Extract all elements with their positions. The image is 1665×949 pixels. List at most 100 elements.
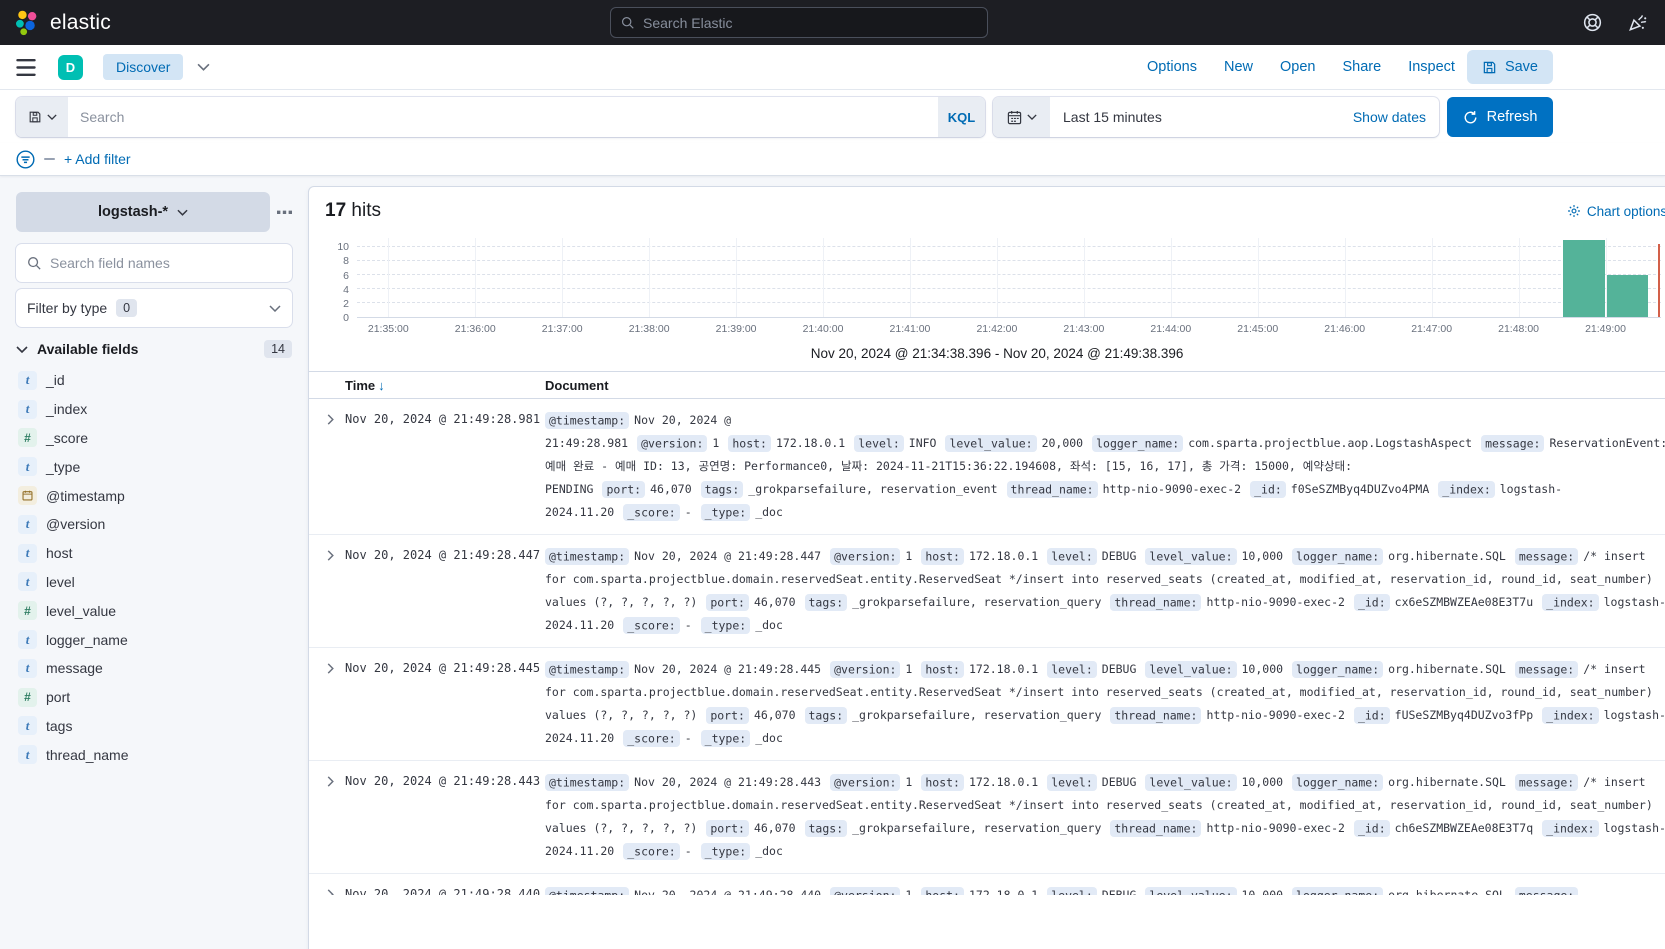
field-badge: message: xyxy=(1514,886,1579,895)
quick-select-menu-button[interactable] xyxy=(993,97,1050,137)
index-options-icon[interactable] xyxy=(277,210,292,215)
field-badge: _type: xyxy=(700,503,751,521)
elastic-logo[interactable]: elastic xyxy=(14,9,111,36)
field-item-_index[interactable]: t _index xyxy=(16,395,292,424)
breadcrumb[interactable]: Discover xyxy=(103,54,184,80)
field-value: Nov 20, 2024 @ 21:49:28.447 xyxy=(634,549,822,563)
time-column-header[interactable]: Time ↓ xyxy=(345,378,545,393)
expand-row-button[interactable] xyxy=(325,545,345,561)
expand-row-button[interactable] xyxy=(325,658,345,674)
gear-icon xyxy=(1567,205,1580,217)
x-gridline xyxy=(823,238,825,317)
field-name-label: _id xyxy=(46,372,65,389)
menu-icon[interactable] xyxy=(16,58,36,76)
field-item-thread_name[interactable]: t thread_name xyxy=(16,740,292,769)
field-badge: tags: xyxy=(700,480,744,498)
y-axis-tick-label: 0 xyxy=(343,312,349,324)
field-badge: @timestamp: xyxy=(545,547,630,565)
document-table-body: Nov 20, 2024 @ 21:49:28.981 @timestamp: No… xyxy=(309,399,1665,895)
field-item-_type[interactable]: t _type xyxy=(16,452,292,481)
chevron-down-icon xyxy=(269,304,281,312)
field-value: http-nio-9090-exec-2 xyxy=(1206,595,1345,609)
add-filter-button[interactable]: + Add filter xyxy=(64,151,131,167)
field-value: org.hibernate.SQL xyxy=(1388,775,1506,789)
field-item-_id[interactable]: t _id xyxy=(16,366,292,395)
global-search[interactable] xyxy=(610,7,988,38)
nav-link-options[interactable]: Options xyxy=(1147,59,1197,75)
field-item-tags[interactable]: t tags xyxy=(16,712,292,741)
expand-row-button[interactable] xyxy=(325,409,345,425)
field-item-@timestamp[interactable]: @timestamp xyxy=(16,481,292,510)
filter-bar: + Add filter xyxy=(0,143,1665,176)
y-axis-tick-label: 8 xyxy=(343,255,349,268)
field-value: http-nio-9090-exec-2 xyxy=(1206,708,1345,722)
expand-row-button[interactable] xyxy=(325,884,345,895)
field-badge: logger_name: xyxy=(1292,547,1384,565)
field-value: DEBUG xyxy=(1101,888,1137,895)
histogram-bar[interactable] xyxy=(1563,240,1605,317)
row-time: Nov 20, 2024 @ 21:49:28.443 xyxy=(345,774,541,788)
help-icon[interactable] xyxy=(1583,13,1602,32)
field-item-port[interactable]: # port xyxy=(16,683,292,712)
nav-link-inspect[interactable]: Inspect xyxy=(1408,59,1455,75)
nav-link-open[interactable]: Open xyxy=(1280,59,1315,75)
newsfeed-icon[interactable] xyxy=(1628,13,1647,32)
field-item-host[interactable]: t host xyxy=(16,539,292,568)
index-pattern-switcher[interactable]: logstash-* xyxy=(16,192,270,232)
refresh-button[interactable]: Refresh xyxy=(1447,97,1553,137)
x-axis-tick-label: 21:46:00 xyxy=(1324,323,1366,335)
field-badge: _index: xyxy=(1438,480,1495,498)
field-value: DEBUG xyxy=(1101,662,1137,676)
field-value: http-nio-9090-exec-2 xyxy=(1206,821,1345,835)
chart-options-button[interactable]: Chart options xyxy=(1567,204,1665,219)
x-gridline xyxy=(909,238,911,317)
nav-link-new[interactable]: New xyxy=(1224,59,1253,75)
breadcrumb-chevron-down-icon[interactable] xyxy=(197,63,210,71)
field-badge: level_value: xyxy=(945,434,1037,452)
field-name-label: port xyxy=(46,689,71,706)
string-field-icon: t xyxy=(18,630,37,650)
field-value: _grokparsefailure, reservation_query xyxy=(852,595,1102,609)
field-value: 172.18.0.1 xyxy=(968,888,1039,895)
field-value: _grokparsefailure, reservation_query xyxy=(852,821,1102,835)
field-value: _doc xyxy=(755,844,783,858)
histogram-bar[interactable] xyxy=(1606,275,1648,317)
number-field-icon: # xyxy=(18,687,37,707)
field-badge: _id: xyxy=(1353,593,1390,611)
sort-descending-icon: ↓ xyxy=(378,378,385,393)
query-language-button[interactable]: KQL xyxy=(938,97,985,137)
x-axis-tick-label: 21:41:00 xyxy=(889,323,931,335)
nav-link-share[interactable]: Share xyxy=(1342,59,1381,75)
field-item-@version[interactable]: t @version xyxy=(16,510,292,539)
field-item-logger_name[interactable]: t logger_name xyxy=(16,625,292,654)
show-dates-button[interactable]: Show dates xyxy=(1353,109,1426,125)
results-panel: 17 hits Chart options 0 2 4 6 8 10 21:35:00 21… xyxy=(308,186,1665,949)
saved-query-menu-button[interactable] xyxy=(16,97,68,137)
global-search-input[interactable] xyxy=(643,14,977,31)
time-range-value[interactable]: Last 15 minutes xyxy=(1063,109,1162,125)
save-button[interactable]: Save xyxy=(1466,50,1553,84)
field-badge: @version: xyxy=(830,547,901,565)
field-value: org.hibernate.SQL xyxy=(1388,888,1506,895)
field-item-_score[interactable]: # _score xyxy=(16,424,292,453)
available-fields-toggle[interactable]: Available fields 14 xyxy=(16,340,292,358)
field-value: 1 xyxy=(905,549,913,563)
field-item-message[interactable]: t message xyxy=(16,654,292,683)
fields-sidebar: logstash-* Filter by type 0 xyxy=(0,176,308,947)
filter-icon[interactable] xyxy=(16,149,35,169)
x-axis-tick-label: 21:49:00 xyxy=(1585,323,1626,335)
field-value: 20,000 xyxy=(1041,436,1084,450)
query-input[interactable] xyxy=(68,97,938,137)
expand-row-button[interactable] xyxy=(325,771,345,787)
y-gridline xyxy=(357,302,1662,304)
available-fields-count: 14 xyxy=(264,340,292,358)
field-value: fUSeSZMByq4DUZvo3fPp xyxy=(1394,708,1534,722)
filter-by-type[interactable]: Filter by type 0 xyxy=(16,289,292,327)
row-time: Nov 20, 2024 @ 21:49:28.445 xyxy=(345,661,541,675)
field-item-level[interactable]: t level xyxy=(16,568,292,597)
field-badge: message: xyxy=(1514,773,1579,791)
field-badge: tags: xyxy=(804,819,848,837)
field-search[interactable] xyxy=(16,244,292,282)
field-search-input[interactable] xyxy=(50,255,281,271)
field-item-level_value[interactable]: # level_value xyxy=(16,596,292,625)
